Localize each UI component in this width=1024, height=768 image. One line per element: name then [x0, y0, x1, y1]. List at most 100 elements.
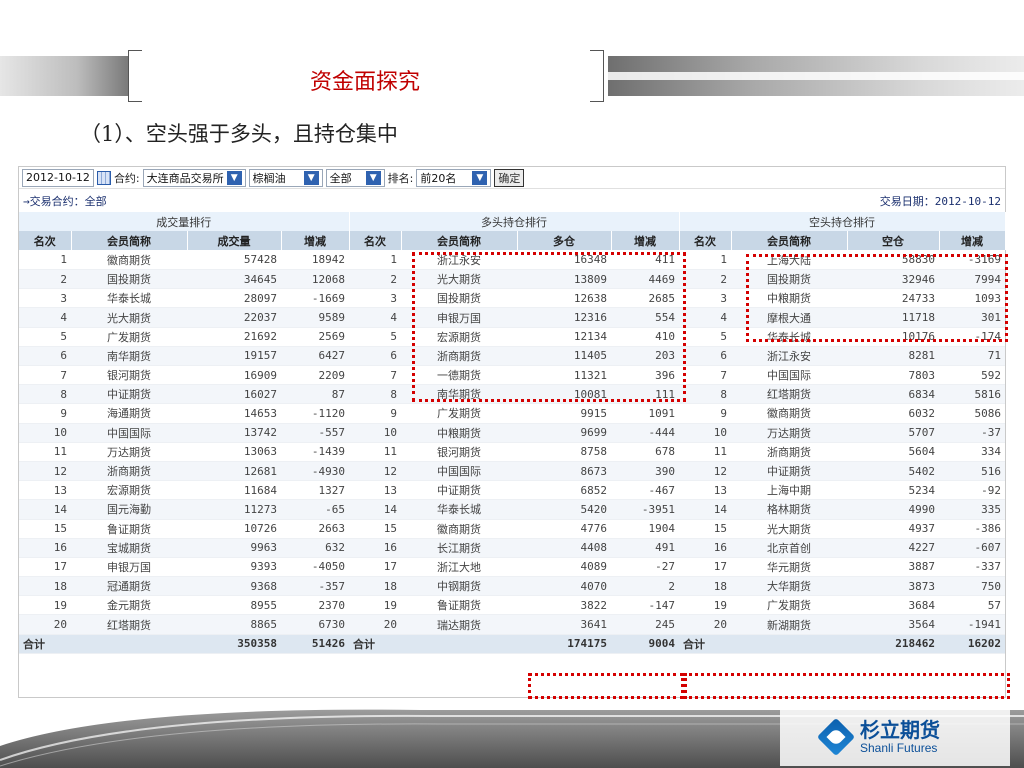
member-cell[interactable]: 鲁证期货	[401, 595, 517, 616]
chevron-down-icon[interactable]: ▼	[226, 170, 242, 185]
total-volume: 350358	[187, 634, 281, 654]
member-cell[interactable]: 申银万国	[401, 307, 517, 328]
member-cell[interactable]: 一德期货	[401, 365, 517, 386]
member-cell[interactable]: 徽商期货	[71, 250, 187, 271]
rank-cell: 2	[19, 269, 71, 290]
ranking-table: 成交量排行 多头持仓排行 空头持仓排行 名次 会员简称 成交量 增减 名次 会员简称 多仓增…	[19, 212, 1006, 654]
member-cell[interactable]: 中证期货	[731, 461, 847, 482]
long-cell: 12316	[517, 307, 611, 328]
member-cell[interactable]: 中证期货	[401, 480, 517, 501]
member-cell[interactable]: 长江期货	[401, 538, 517, 558]
chevron-down-icon[interactable]: ▼	[472, 170, 488, 185]
member-cell[interactable]: 新湖期货	[731, 614, 847, 635]
member-cell[interactable]: 北京首创	[731, 538, 847, 558]
change-cell: -607	[939, 538, 1005, 558]
confirm-button[interactable]: 确定	[494, 168, 525, 187]
product-select[interactable]: 棕榈油 ▼	[248, 168, 323, 187]
title-bracket-right	[590, 50, 604, 102]
exchange-value: 大连商品交易所	[146, 171, 224, 185]
change-cell: -357	[281, 576, 349, 597]
long-cell: 13809	[517, 269, 611, 290]
member-cell[interactable]: 宝城期货	[71, 538, 187, 558]
member-cell[interactable]: 冠通期货	[71, 576, 187, 597]
member-cell[interactable]: 徽商期货	[401, 519, 517, 539]
member-cell[interactable]: 万达期货	[71, 442, 187, 462]
member-cell[interactable]: 大华期货	[731, 576, 847, 597]
member-cell[interactable]: 光大期货	[731, 519, 847, 539]
rank-cell: 9	[349, 403, 401, 424]
member-cell[interactable]: 宏源期货	[71, 480, 187, 501]
table-row: 16 宝城期货 9963 632 16 长江期货 4408 491 16 北京首创 4227 -607	[19, 538, 1005, 558]
change-cell: 410	[611, 327, 679, 347]
column-header: 多仓	[517, 231, 612, 251]
member-cell[interactable]: 上海中期	[731, 480, 847, 501]
member-cell[interactable]: 银河期货	[401, 442, 517, 462]
member-cell[interactable]: 徽商期货	[731, 403, 847, 424]
column-header: 名次	[349, 231, 402, 251]
member-cell[interactable]: 中钢期货	[401, 576, 517, 597]
member-cell[interactable]: 瑞达期货	[401, 614, 517, 635]
member-cell[interactable]: 摩根大通	[731, 307, 847, 328]
member-cell[interactable]: 华泰长城	[71, 288, 187, 309]
member-cell[interactable]: 格林期货	[731, 499, 847, 520]
calendar-icon[interactable]	[96, 170, 111, 185]
member-cell[interactable]: 华元期货	[731, 557, 847, 578]
member-cell[interactable]: 南华期货	[401, 384, 517, 405]
member-cell[interactable]: 浙商期货	[731, 442, 847, 462]
member-cell[interactable]: 上海大陆	[731, 250, 847, 271]
member-cell[interactable]: 鲁证期货	[71, 519, 187, 539]
member-cell[interactable]: 光大期货	[401, 269, 517, 290]
change-cell: 390	[611, 461, 679, 482]
change-cell: 2685	[611, 288, 679, 309]
member-cell[interactable]: 国元海勤	[71, 499, 187, 520]
member-cell[interactable]: 华泰长城	[731, 327, 847, 347]
member-cell[interactable]: 浙商期货	[401, 346, 517, 367]
member-cell[interactable]: 海通期货	[71, 403, 187, 424]
member-cell[interactable]: 浙江永安	[731, 346, 847, 367]
member-cell[interactable]: 中粮期货	[401, 423, 517, 443]
change-cell: -386	[939, 519, 1005, 539]
change-cell: 6427	[281, 346, 349, 367]
member-cell[interactable]: 中国国际	[71, 423, 187, 443]
member-cell[interactable]: 浙江永安	[401, 250, 517, 271]
member-cell[interactable]: 万达期货	[731, 423, 847, 443]
volume-cell: 16909	[187, 365, 281, 386]
table-row: 3 华泰长城 28097 -1669 3 国投期货 12638 2685 3 中粮期货 24733 1…	[19, 288, 1005, 309]
month-select[interactable]: 全部 ▼	[325, 168, 385, 187]
chevron-down-icon[interactable]: ▼	[365, 170, 381, 185]
member-cell[interactable]: 广发期货	[71, 327, 187, 347]
rank-cell: 3	[19, 288, 71, 309]
member-cell[interactable]: 光大期货	[71, 307, 187, 328]
member-cell[interactable]: 南华期货	[71, 346, 187, 367]
change-cell: -444	[611, 423, 679, 443]
member-cell[interactable]: 中国国际	[731, 365, 847, 386]
member-cell[interactable]: 中国国际	[401, 461, 517, 482]
member-cell[interactable]: 中粮期货	[731, 288, 847, 309]
column-header: 名次	[679, 231, 732, 251]
member-cell[interactable]: 广发期货	[401, 403, 517, 424]
member-cell[interactable]: 华泰长城	[401, 499, 517, 520]
member-cell[interactable]: 国投期货	[71, 269, 187, 290]
rank-cell: 11	[19, 442, 71, 462]
change-cell: -174	[939, 327, 1005, 347]
date-field[interactable]: 2012-10-12	[22, 168, 94, 187]
member-cell[interactable]: 申银万国	[71, 557, 187, 578]
member-cell[interactable]: 宏源期货	[401, 327, 517, 347]
member-cell[interactable]: 国投期货	[731, 269, 847, 290]
member-cell[interactable]: 银河期货	[71, 365, 187, 386]
member-cell[interactable]: 浙商期货	[71, 461, 187, 482]
member-cell[interactable]: 红塔期货	[731, 384, 847, 405]
member-cell[interactable]: 广发期货	[731, 595, 847, 616]
chevron-down-icon[interactable]: ▼	[303, 170, 319, 185]
exchange-select[interactable]: 大连商品交易所 ▼	[142, 168, 246, 187]
member-cell[interactable]: 中证期货	[71, 384, 187, 405]
total-spacer	[731, 634, 847, 654]
member-cell[interactable]: 国投期货	[401, 288, 517, 309]
rank-cell: 2	[349, 269, 401, 290]
member-cell[interactable]: 金元期货	[71, 595, 187, 616]
header-bar-left	[0, 56, 128, 96]
member-cell[interactable]: 红塔期货	[71, 614, 187, 635]
member-cell[interactable]: 浙江大地	[401, 557, 517, 578]
rank-select[interactable]: 前20名 ▼	[416, 168, 492, 187]
logo-icon	[816, 717, 856, 757]
